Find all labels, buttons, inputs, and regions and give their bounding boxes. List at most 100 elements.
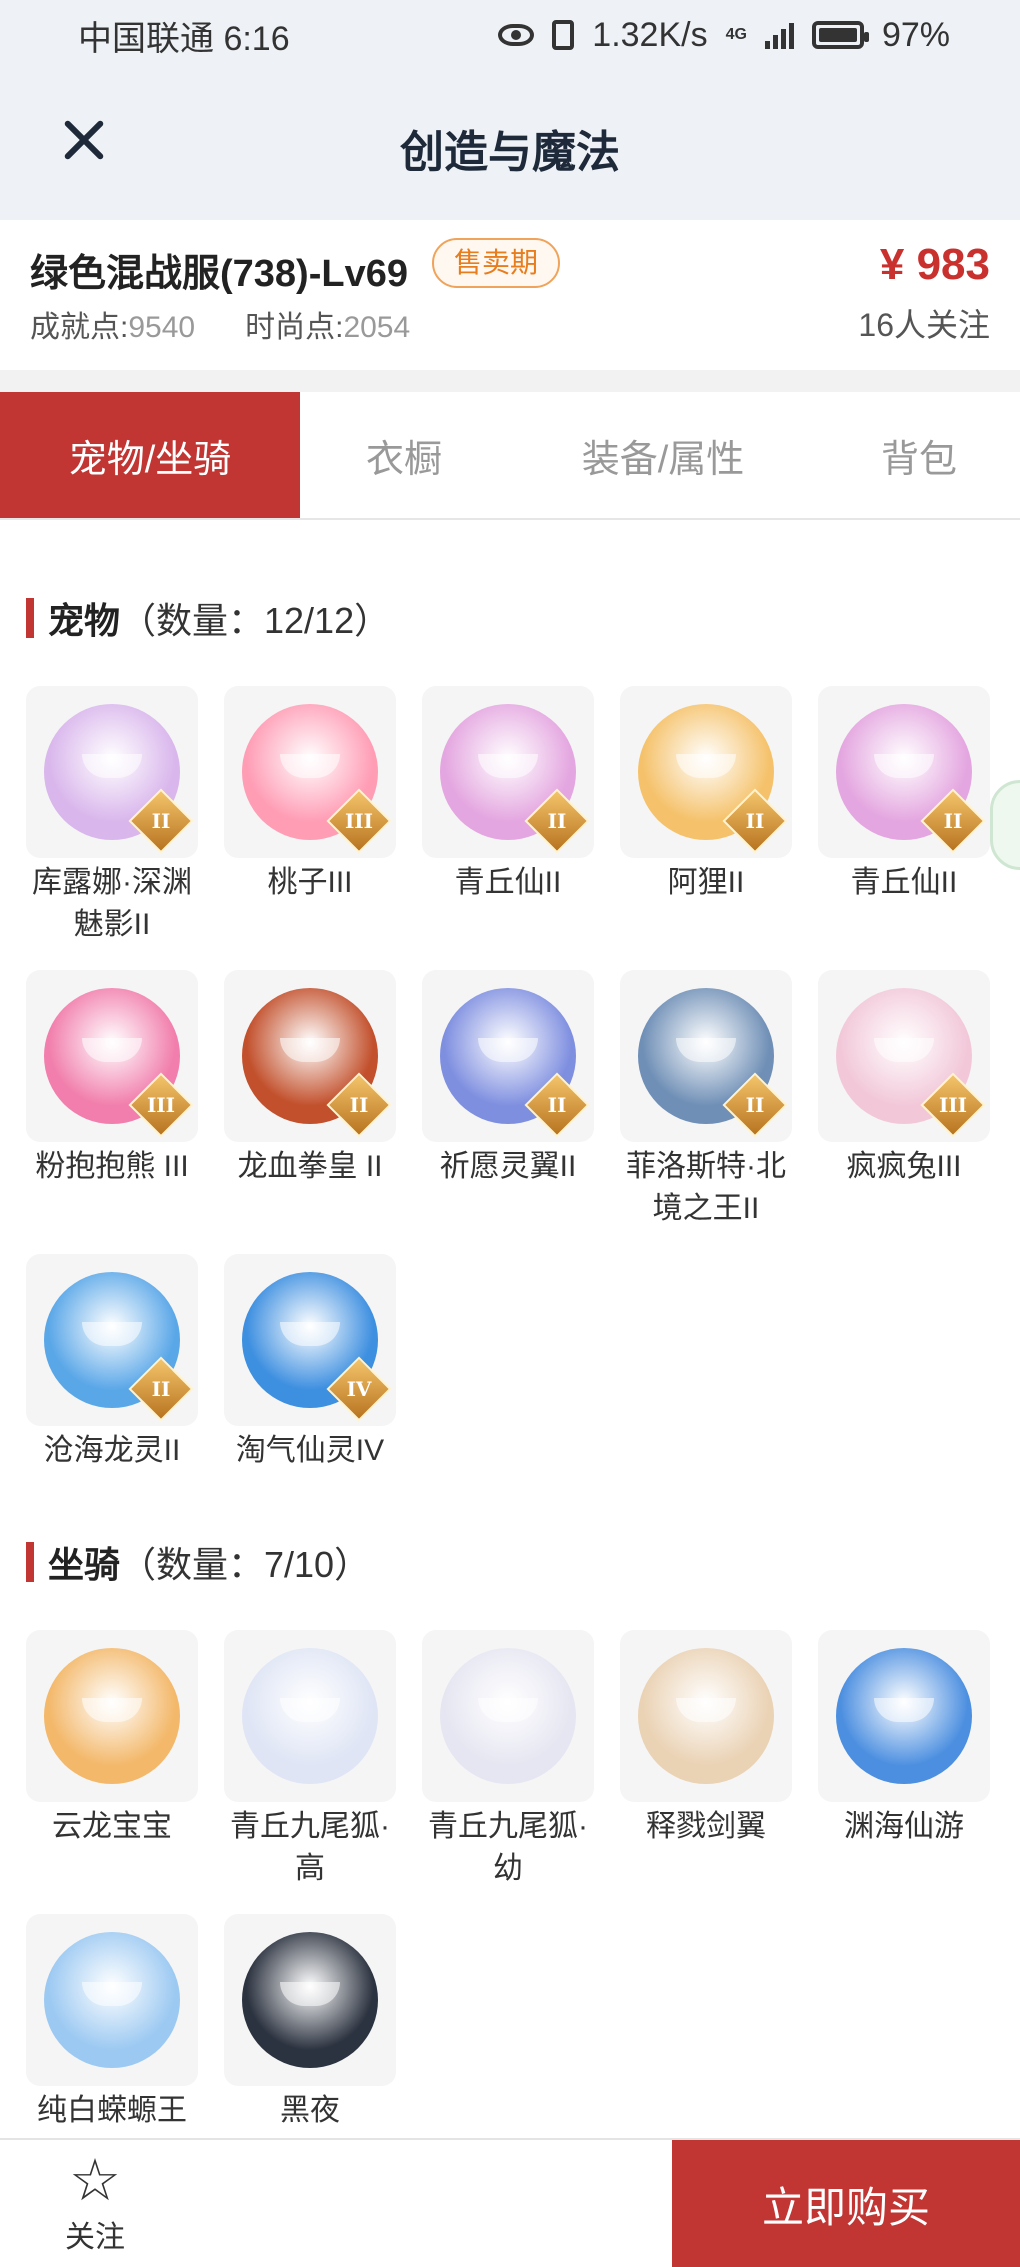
item-thumbnail[interactable]: III	[26, 970, 198, 1142]
grid-item[interactable]: 释戮剑翼	[620, 1630, 792, 1914]
item-label: 青丘仙II	[850, 866, 958, 899]
item-label: 淘气仙灵IV	[235, 1434, 385, 1467]
grid-item[interactable]: II 龙血拳皇 II	[224, 970, 396, 1254]
item-thumbnail[interactable]	[620, 1630, 792, 1802]
price: ¥ 983	[879, 240, 990, 289]
tab-wardrobe[interactable]: 衣橱	[300, 392, 508, 518]
rank-label: II	[745, 809, 765, 833]
bottom-bar: ☆ 关注 立即购买	[0, 2138, 1020, 2267]
mounts-title: 坐骑	[48, 1544, 121, 1585]
item-thumbnail[interactable]: II	[818, 686, 990, 858]
buy-now-button[interactable]: 立即购买	[672, 2140, 1020, 2267]
grid-item[interactable]: 渊海仙游	[818, 1630, 990, 1914]
grid-item[interactable]: III 疯疯兔III	[818, 970, 990, 1254]
item-label: 云龙宝宝	[52, 1810, 172, 1843]
item-thumbnail[interactable]: II	[422, 970, 594, 1142]
grid-item[interactable]: 云龙宝宝	[26, 1630, 198, 1914]
section-marker	[26, 1542, 34, 1582]
item-label: 疯疯兔III	[846, 1150, 962, 1183]
fashion-label: 时尚点:	[245, 311, 344, 344]
item-label: 桃子III	[267, 866, 353, 899]
item-label: 沧海龙灵II	[43, 1434, 181, 1467]
pets-title: 宠物	[48, 600, 121, 641]
item-thumbnail[interactable]	[26, 1914, 198, 2086]
tab-equipment[interactable]: 装备/属性	[508, 392, 818, 518]
item-thumbnail[interactable]: III	[818, 970, 990, 1142]
section-marker	[26, 598, 34, 638]
mounts-grid: 云龙宝宝 青丘九尾狐·高 青丘九尾狐·幼 释戮剑翼 渊海仙游 纯白蝾螈王 黑夜	[26, 1630, 996, 2198]
grid-item[interactable]: III 粉抱抱熊 III	[26, 970, 198, 1254]
grid-item[interactable]: II 青丘仙II	[422, 686, 594, 970]
item-portrait	[242, 1932, 378, 2068]
grid-item[interactable]: II 沧海龙灵II	[26, 1254, 198, 1538]
grid-item[interactable]: III 桃子III	[224, 686, 396, 970]
rank-label: III	[938, 1093, 968, 1117]
rank-label: II	[151, 809, 171, 833]
grid-item[interactable]: II 阿狸II	[620, 686, 792, 970]
item-portrait	[242, 1648, 378, 1784]
pets-section-title: 宠物 （数量：12/12）	[26, 592, 390, 644]
item-thumbnail[interactable]: IV	[224, 1254, 396, 1426]
rank-label: III	[146, 1093, 176, 1117]
vibrate-icon	[552, 20, 575, 50]
achievement-value: 9540	[128, 311, 196, 344]
item-portrait	[44, 1648, 180, 1784]
item-label: 库露娜·深渊魅影II	[32, 866, 192, 941]
follow-button[interactable]: ☆ 关注	[50, 2150, 140, 2260]
net-speed: 1.32K/s	[592, 15, 708, 54]
listing-stats: 成就点:9540 时尚点:2054	[30, 302, 410, 346]
item-label: 龙血拳皇 II	[237, 1150, 383, 1183]
followers-count: 16人关注	[858, 307, 990, 343]
item-label: 粉抱抱熊 III	[35, 1150, 189, 1183]
grid-item[interactable]: II 青丘仙II	[818, 686, 990, 970]
item-label: 青丘仙II	[454, 866, 562, 899]
item-portrait	[440, 1648, 576, 1784]
status-bar: 中国联通 6:16 1.32K/s 4G 97%	[0, 0, 1020, 70]
grid-item[interactable]: IV 淘气仙灵IV	[224, 1254, 396, 1538]
tab-backpack[interactable]: 背包	[818, 392, 1020, 518]
item-thumbnail[interactable]: II	[422, 686, 594, 858]
item-label: 青丘九尾狐·高	[230, 1810, 390, 1885]
rank-label: IV	[346, 1377, 372, 1401]
item-label: 青丘九尾狐·幼	[428, 1810, 588, 1885]
divider	[0, 370, 1020, 392]
grid-item[interactable]: II 库露娜·深渊魅影II	[26, 686, 198, 970]
rank-label: II	[547, 809, 567, 833]
rank-label: III	[344, 809, 374, 833]
status-icons: 1.32K/s 4G 97%	[498, 16, 950, 55]
item-thumbnail[interactable]: II	[224, 970, 396, 1142]
item-thumbnail[interactable]	[26, 1630, 198, 1802]
rank-label: II	[745, 1093, 765, 1117]
carrier-time: 中国联通 6:16	[78, 19, 290, 58]
grid-item[interactable]: 青丘九尾狐·高	[224, 1630, 396, 1914]
item-thumbnail[interactable]	[224, 1914, 396, 2086]
tab-pets-mounts[interactable]: 宠物/坐骑	[0, 392, 300, 518]
item-thumbnail[interactable]: III	[224, 686, 396, 858]
item-thumbnail[interactable]	[224, 1630, 396, 1802]
item-label: 释戮剑翼	[646, 1810, 766, 1843]
grid-item[interactable]: II 菲洛斯特·北境之王II	[620, 970, 792, 1254]
item-portrait	[44, 1932, 180, 2068]
item-label: 阿狸II	[667, 866, 745, 899]
achievement-label: 成就点:	[30, 311, 129, 344]
grid-item[interactable]: 青丘九尾狐·幼	[422, 1630, 594, 1914]
item-thumbnail[interactable]: II	[620, 686, 792, 858]
grid-item[interactable]: II 祈愿灵翼II	[422, 970, 594, 1254]
item-label: 纯白蝾螈王	[37, 2094, 187, 2127]
item-thumbnail[interactable]	[422, 1630, 594, 1802]
tab-bar: 宠物/坐骑 衣橱 装备/属性 背包	[0, 392, 1020, 520]
item-label: 祈愿灵翼II	[439, 1150, 577, 1183]
pets-count: （数量：12/12）	[120, 600, 391, 641]
mounts-count: （数量：7/10）	[120, 1544, 371, 1585]
item-label: 渊海仙游	[844, 1810, 964, 1843]
mounts-section-title: 坐骑 （数量：7/10）	[26, 1536, 370, 1588]
item-thumbnail[interactable]: II	[26, 686, 198, 858]
star-icon: ☆	[69, 2148, 121, 2213]
item-thumbnail[interactable]	[818, 1630, 990, 1802]
item-portrait	[638, 1648, 774, 1784]
item-thumbnail[interactable]: II	[26, 1254, 198, 1426]
listing-header: 绿色混战服(738)-Lv69 售卖期 成就点:9540 时尚点:2054 ¥ 9…	[0, 220, 1020, 370]
floating-side-tab[interactable]	[990, 780, 1020, 870]
item-thumbnail[interactable]: II	[620, 970, 792, 1142]
follow-label: 关注	[65, 2221, 125, 2254]
